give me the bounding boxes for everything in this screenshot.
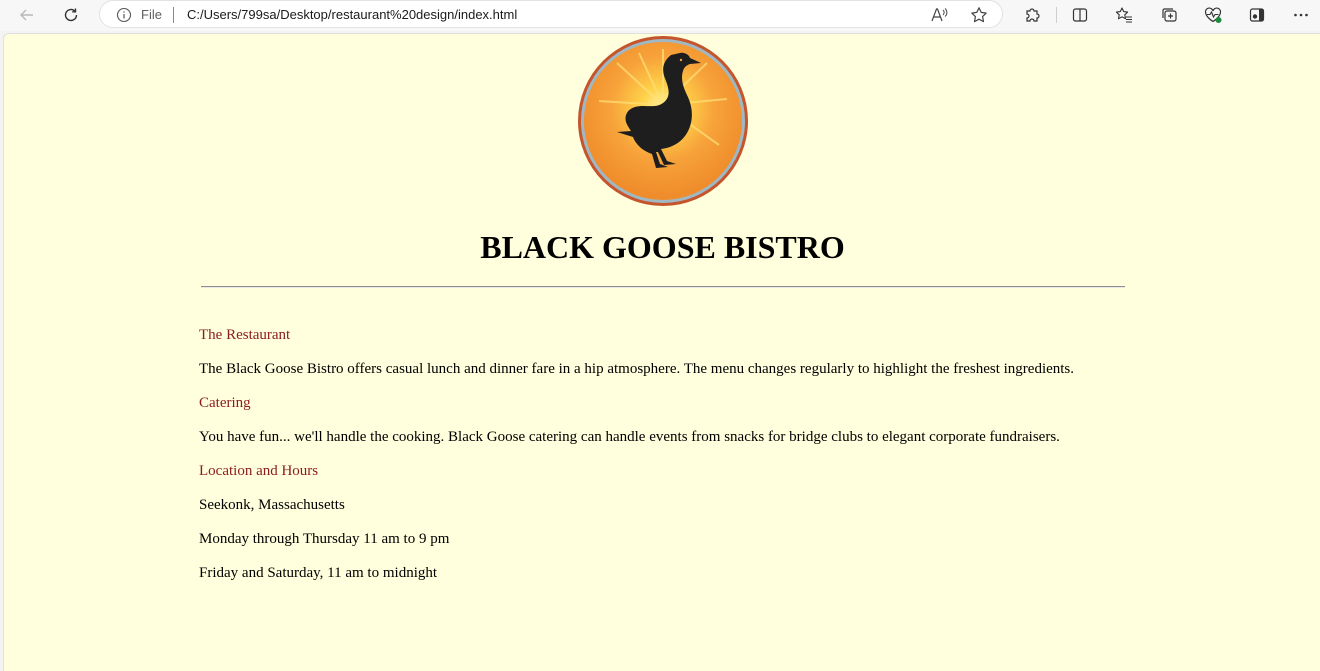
weekend-hours-text: Friday and Saturday, 11 am to midnight bbox=[199, 565, 438, 581]
page-title: BLACK GOOSE BISTRO bbox=[480, 229, 845, 265]
back-button[interactable] bbox=[10, 0, 44, 30]
section-heading-location-hours: Location and Hours bbox=[199, 463, 319, 479]
split-screen-button[interactable] bbox=[1063, 0, 1097, 30]
reload-icon bbox=[64, 8, 78, 22]
address-separator bbox=[173, 7, 174, 23]
restaurant-description: The Black Goose Bistro offers casual lun… bbox=[199, 361, 1075, 377]
read-aloud-icon[interactable] bbox=[923, 1, 955, 29]
info-icon[interactable] bbox=[116, 7, 132, 28]
page-viewport: BLACK GOOSE BISTRO The Restaurant The Bl… bbox=[3, 33, 1320, 671]
address-url[interactable]: C:/Users/799sa/Desktop/restaurant%20desi… bbox=[187, 7, 517, 23]
sidebar-button[interactable] bbox=[1240, 0, 1274, 30]
sidebar-icon bbox=[1249, 8, 1265, 22]
catering-description: You have fun... we'll handle the cooking… bbox=[199, 429, 1060, 445]
section-heading-catering: Catering bbox=[199, 395, 251, 411]
extensions-button[interactable] bbox=[1015, 0, 1049, 30]
title-divider bbox=[201, 286, 1125, 288]
weekday-hours-text: Monday through Thursday 11 am to 9 pm bbox=[199, 531, 450, 547]
address-bar[interactable]: File C:/Users/799sa/Desktop/restaurant%2… bbox=[99, 0, 1003, 28]
performance-button[interactable] bbox=[1196, 0, 1230, 30]
favorites-icon bbox=[1115, 7, 1132, 23]
more-icon bbox=[1294, 13, 1308, 17]
collections-icon bbox=[1162, 8, 1177, 22]
heartbeat-icon bbox=[1204, 7, 1222, 23]
more-button[interactable] bbox=[1284, 0, 1318, 30]
star-icon[interactable] bbox=[963, 1, 995, 29]
favorites-button[interactable] bbox=[1107, 0, 1141, 30]
toolbar-divider bbox=[1056, 7, 1057, 23]
browser-toolbar: File C:/Users/799sa/Desktop/restaurant%2… bbox=[0, 0, 1320, 31]
goose-logo bbox=[578, 36, 748, 206]
split-screen-icon bbox=[1072, 8, 1088, 22]
page-content: The Restaurant The Black Goose Bistro of… bbox=[199, 326, 1299, 598]
back-arrow-icon bbox=[20, 9, 33, 21]
location-text: Seekonk, Massachusetts bbox=[199, 497, 345, 513]
reload-button[interactable] bbox=[54, 0, 88, 30]
section-heading-restaurant: The Restaurant bbox=[199, 327, 291, 343]
collections-button[interactable] bbox=[1152, 0, 1186, 30]
address-scheme-label: File bbox=[141, 7, 162, 22]
puzzle-icon bbox=[1026, 8, 1040, 22]
